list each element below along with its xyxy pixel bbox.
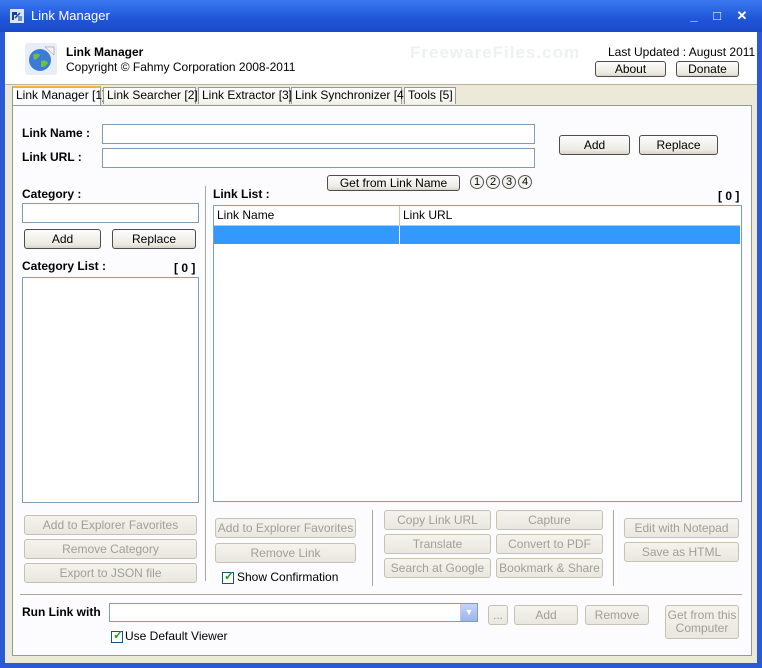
category-list[interactable]: [22, 277, 199, 503]
run-link-remove-button[interactable]: Remove: [585, 605, 649, 625]
window-title: Link Manager: [31, 8, 110, 23]
remove-link-button[interactable]: Remove Link: [215, 543, 356, 563]
column-header-link-url[interactable]: Link URL: [400, 206, 740, 225]
app-title-icon: [10, 9, 24, 23]
get-from-this-computer-button[interactable]: Get from this Computer: [665, 605, 739, 639]
tab-tools[interactable]: Tools [5]: [404, 87, 456, 104]
replace-category-button[interactable]: Replace: [112, 229, 196, 249]
copyright-text: Copyright © Fahmy Corporation 2008-2011: [66, 60, 296, 74]
export-json-button[interactable]: Export to JSON file: [24, 563, 197, 583]
link-url-label: Link URL :: [22, 150, 82, 164]
link-list-label: Link List :: [213, 187, 270, 201]
left-vertical-divider: [205, 186, 209, 581]
use-default-viewer-label[interactable]: Use Default Viewer: [125, 629, 228, 643]
remove-category-button[interactable]: Remove Category: [24, 539, 197, 559]
tab-link-searcher[interactable]: Link Searcher [2]: [103, 87, 198, 104]
browse-button[interactable]: ...: [488, 605, 508, 625]
link-add-to-favorites-button[interactable]: Add to Explorer Favorites: [215, 518, 356, 538]
actions-divider-left: [372, 510, 376, 586]
replace-link-button[interactable]: Replace: [639, 135, 718, 155]
run-link-with-label: Run Link with: [22, 605, 101, 619]
number-button-2[interactable]: 2: [486, 175, 500, 189]
link-url-input[interactable]: [102, 148, 535, 168]
title-bar[interactable]: Link Manager _ □ ✕: [0, 0, 762, 32]
about-button[interactable]: About: [595, 61, 666, 77]
add-category-button[interactable]: Add: [24, 229, 101, 249]
number-button-4[interactable]: 4: [518, 175, 532, 189]
selected-row[interactable]: [214, 226, 740, 244]
use-default-viewer-checkbox[interactable]: [111, 628, 123, 643]
copy-link-url-button[interactable]: Copy Link URL: [384, 510, 491, 530]
link-manager-panel: Link Name : Link URL : Add Replace Get f…: [12, 105, 752, 656]
column-header-link-name[interactable]: Link Name: [214, 206, 400, 225]
maximize-button[interactable]: □: [709, 8, 725, 24]
tab-link-extractor[interactable]: Link Extractor [3]: [198, 87, 292, 104]
category-add-to-favorites-button[interactable]: Add to Explorer Favorites: [24, 515, 197, 535]
dropdown-arrow-icon[interactable]: ▼: [460, 604, 477, 621]
app-window: Link Manager _ □ ✕ Link Manager Copyrigh…: [0, 0, 762, 668]
link-list-grid[interactable]: Link Name Link URL: [213, 205, 742, 502]
get-from-computer-line1: Get from this: [667, 608, 737, 622]
add-link-button[interactable]: Add: [559, 135, 630, 155]
header-band: Link Manager Copyright © Fahmy Corporati…: [5, 32, 757, 85]
show-confirmation-label[interactable]: Show Confirmation: [237, 570, 338, 584]
watermark: FreewareFiles.com: [410, 43, 581, 62]
category-label: Category :: [22, 187, 82, 201]
link-name-label: Link Name :: [22, 126, 91, 140]
tab-link-manager[interactable]: Link Manager [1]: [12, 86, 105, 105]
client-area: Link Manager Copyright © Fahmy Corporati…: [5, 32, 757, 663]
globe-logo-icon: [25, 43, 57, 75]
close-button[interactable]: ✕: [734, 8, 750, 24]
run-link-add-button[interactable]: Add: [514, 605, 578, 625]
bookmark-share-button[interactable]: Bookmark & Share: [496, 558, 603, 578]
app-name: Link Manager: [66, 45, 144, 59]
capture-button[interactable]: Capture: [496, 510, 603, 530]
link-list-header: Link Name Link URL: [214, 206, 740, 226]
minimize-button[interactable]: _: [686, 8, 702, 24]
last-updated-text: Last Updated : August 2011: [608, 45, 756, 59]
tab-link-synchronizer[interactable]: Link Synchronizer [4]: [291, 87, 407, 104]
show-confirmation-checkbox[interactable]: [222, 569, 234, 584]
donate-button[interactable]: Donate: [676, 61, 739, 77]
number-button-3[interactable]: 3: [502, 175, 516, 189]
get-from-computer-line2: Computer: [675, 621, 729, 635]
edit-with-notepad-button[interactable]: Edit with Notepad: [624, 518, 739, 538]
get-from-link-name-button[interactable]: Get from Link Name: [327, 175, 460, 191]
save-as-html-button[interactable]: Save as HTML: [624, 542, 739, 562]
translate-button[interactable]: Translate: [384, 534, 491, 554]
convert-to-pdf-button[interactable]: Convert to PDF: [496, 534, 603, 554]
search-at-google-button[interactable]: Search at Google: [384, 558, 491, 578]
link-list-count: [ 0 ]: [718, 189, 740, 203]
actions-divider-right: [613, 510, 617, 586]
bottom-divider: [20, 594, 742, 598]
category-list-count: [ 0 ]: [174, 261, 196, 275]
category-list-label: Category List :: [22, 259, 107, 273]
category-input[interactable]: [22, 203, 199, 223]
link-name-input[interactable]: [102, 124, 535, 144]
run-link-with-combobox[interactable]: ▼: [109, 603, 478, 622]
number-button-1[interactable]: 1: [470, 175, 484, 189]
